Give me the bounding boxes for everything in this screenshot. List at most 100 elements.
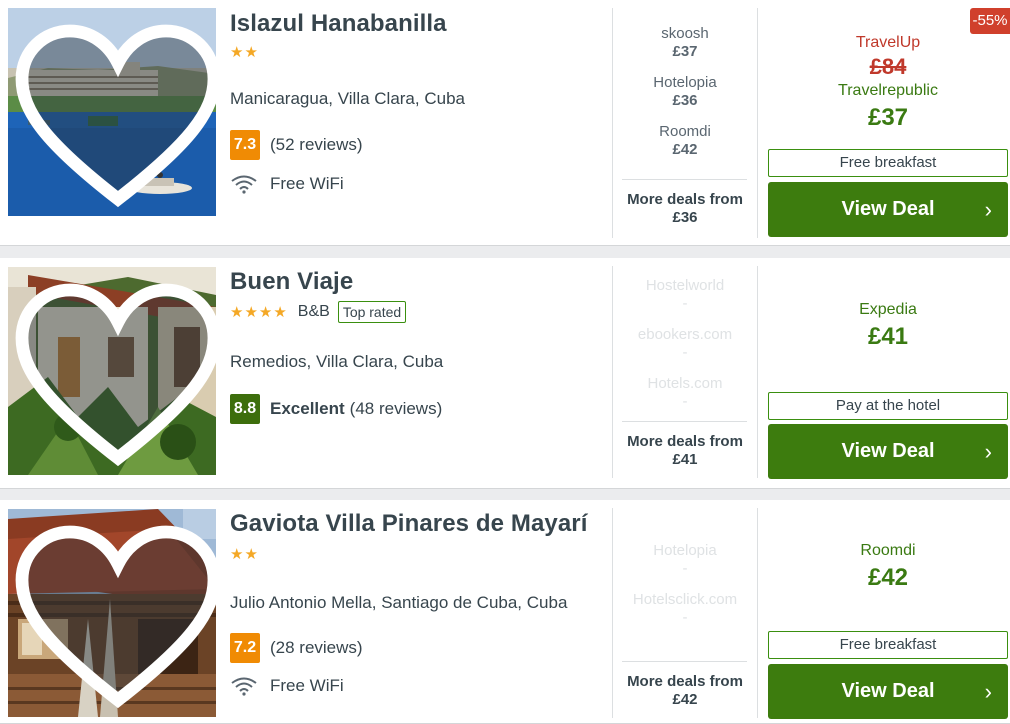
more-deals-price: £41 xyxy=(672,451,698,468)
divider xyxy=(622,179,747,180)
review-score-badge: 7.3 xyxy=(230,130,260,160)
more-deals-label: More deals from xyxy=(627,191,743,208)
deal-provider: Roomdi xyxy=(659,123,711,140)
review-summary[interactable]: 7.3 (52 reviews) xyxy=(230,130,363,160)
best-provider: Roomdi xyxy=(860,542,916,559)
deal-item[interactable]: Hotelopia £36 xyxy=(613,74,757,123)
review-score-badge: 7.2 xyxy=(230,633,260,663)
chevron-right-icon: › xyxy=(984,439,992,464)
hotel-rating-row: ★★ xyxy=(230,41,259,63)
deal-provider: Hotelsclick.com xyxy=(632,591,738,608)
divider xyxy=(757,508,758,718)
hotel-photo[interactable] xyxy=(8,8,216,216)
hotel-rating-row: ★★ xyxy=(230,543,259,565)
best-price: £41 xyxy=(867,323,909,350)
best-deal[interactable]: TravelUp £84 Travelrepublic £37 xyxy=(768,33,1008,135)
heart-icon[interactable] xyxy=(14,516,216,717)
deal-price: £36 xyxy=(672,92,698,109)
discount-badge: -55% xyxy=(970,8,1010,34)
accommodation-type: B&B xyxy=(297,303,330,320)
more-deals-link[interactable]: More deals from £41 xyxy=(613,433,757,469)
hotel-location[interactable]: Julio Antonio Mella, Santiago de Cuba, C… xyxy=(230,593,567,613)
perk-badge: Free breakfast xyxy=(768,631,1008,659)
deal-provider: Hostelworld xyxy=(645,277,725,294)
review-summary[interactable]: 8.8 Excellent (48 reviews) xyxy=(230,394,442,424)
amenity: Free WiFi xyxy=(230,174,344,194)
hotel-photo[interactable] xyxy=(8,267,216,475)
hotel-location[interactable]: Manicaragua, Villa Clara, Cuba xyxy=(230,89,465,109)
deal-provider: Hotelopia xyxy=(653,74,717,91)
deal-price: - xyxy=(682,609,688,626)
star-rating: ★★★★ xyxy=(230,304,288,321)
view-deal-button[interactable]: View Deal › xyxy=(768,182,1008,237)
more-deals-label: More deals from xyxy=(627,433,743,450)
deal-item[interactable]: Hotelopia - xyxy=(613,542,757,591)
wifi-icon xyxy=(231,175,257,194)
review-summary[interactable]: 7.2 (28 reviews) xyxy=(230,633,363,663)
divider xyxy=(622,421,747,422)
more-deals-link[interactable]: More deals from £42 xyxy=(613,673,757,709)
heart-icon[interactable] xyxy=(14,15,216,216)
heart-icon[interactable] xyxy=(14,274,216,475)
deal-item[interactable]: skoosh £37 xyxy=(613,25,757,74)
deal-provider: Hotels.com xyxy=(647,375,723,392)
best-deal[interactable]: Expedia £41 xyxy=(768,300,1008,354)
view-deal-button[interactable]: View Deal › xyxy=(768,664,1008,719)
view-deal-label: View Deal xyxy=(841,440,935,462)
hotel-card: Islazul Hanabanilla ★★ Manicaragua, Vill… xyxy=(0,0,1010,246)
hotel-photo[interactable] xyxy=(8,509,216,717)
hotel-card: Gaviota Villa Pinares de Mayarí ★★ Julio… xyxy=(0,500,1010,724)
best-deal[interactable]: Roomdi £42 xyxy=(768,541,1008,595)
deal-item[interactable]: Hostelworld - xyxy=(613,277,757,326)
divider xyxy=(757,266,758,478)
view-deal-label: View Deal xyxy=(841,680,935,702)
deal-price: £37 xyxy=(672,43,698,60)
deal-price: - xyxy=(682,295,688,312)
amenity-label: Free WiFi xyxy=(270,174,344,193)
deal-item[interactable]: ebookers.com - xyxy=(613,326,757,375)
perk-badge: Pay at the hotel xyxy=(768,392,1008,420)
original-provider: TravelUp xyxy=(855,34,921,51)
more-deals-price: £36 xyxy=(672,209,698,226)
chevron-right-icon: › xyxy=(984,679,992,704)
hotel-location[interactable]: Remedios, Villa Clara, Cuba xyxy=(230,352,443,372)
best-price: £42 xyxy=(867,564,909,591)
hotel-name[interactable]: Buen Viaje xyxy=(230,268,353,296)
review-count: (48 reviews) xyxy=(349,399,443,418)
more-deals-label: More deals from xyxy=(627,673,743,690)
hotel-name[interactable]: Islazul Hanabanilla xyxy=(230,10,447,38)
deal-item[interactable]: Roomdi £42 xyxy=(613,123,757,172)
divider xyxy=(757,8,758,238)
review-count: (52 reviews) xyxy=(270,135,363,154)
original-price: £84 xyxy=(869,54,907,79)
best-price: £37 xyxy=(867,104,909,131)
deal-price: £42 xyxy=(672,141,698,158)
review-rating-word: Excellent xyxy=(270,399,345,418)
hotel-rating-row: ★★★★ B&B Top rated xyxy=(230,301,407,323)
hotel-name[interactable]: Gaviota Villa Pinares de Mayarí xyxy=(230,510,588,538)
chevron-right-icon: › xyxy=(984,197,992,222)
perk-badge: Free breakfast xyxy=(768,149,1008,177)
deal-item[interactable]: Hotelsclick.com - xyxy=(613,591,757,640)
star-rating: ★★ xyxy=(230,44,259,61)
amenity: Free WiFi xyxy=(230,676,344,696)
deal-price: - xyxy=(682,560,688,577)
deal-price: - xyxy=(682,393,688,410)
other-deals-list: Hotelopia - Hotelsclick.com - xyxy=(613,542,757,640)
best-provider: Travelrepublic xyxy=(838,82,938,99)
divider xyxy=(622,661,747,662)
other-deals-list: skoosh £37 Hotelopia £36 Roomdi £42 xyxy=(613,25,757,172)
view-deal-label: View Deal xyxy=(841,198,935,220)
more-deals-price: £42 xyxy=(672,691,698,708)
view-deal-button[interactable]: View Deal › xyxy=(768,424,1008,479)
other-deals-list: Hostelworld - ebookers.com - Hotels.com … xyxy=(613,277,757,424)
deal-item[interactable]: Hotels.com - xyxy=(613,375,757,424)
review-score-badge: 8.8 xyxy=(230,394,260,424)
deal-provider: Hotelopia xyxy=(653,542,717,559)
wifi-icon xyxy=(231,677,257,696)
more-deals-link[interactable]: More deals from £36 xyxy=(613,191,757,227)
best-provider: Expedia xyxy=(859,301,917,318)
deal-provider: skoosh xyxy=(661,25,709,42)
deal-price: - xyxy=(682,344,688,361)
star-rating: ★★ xyxy=(230,546,259,563)
